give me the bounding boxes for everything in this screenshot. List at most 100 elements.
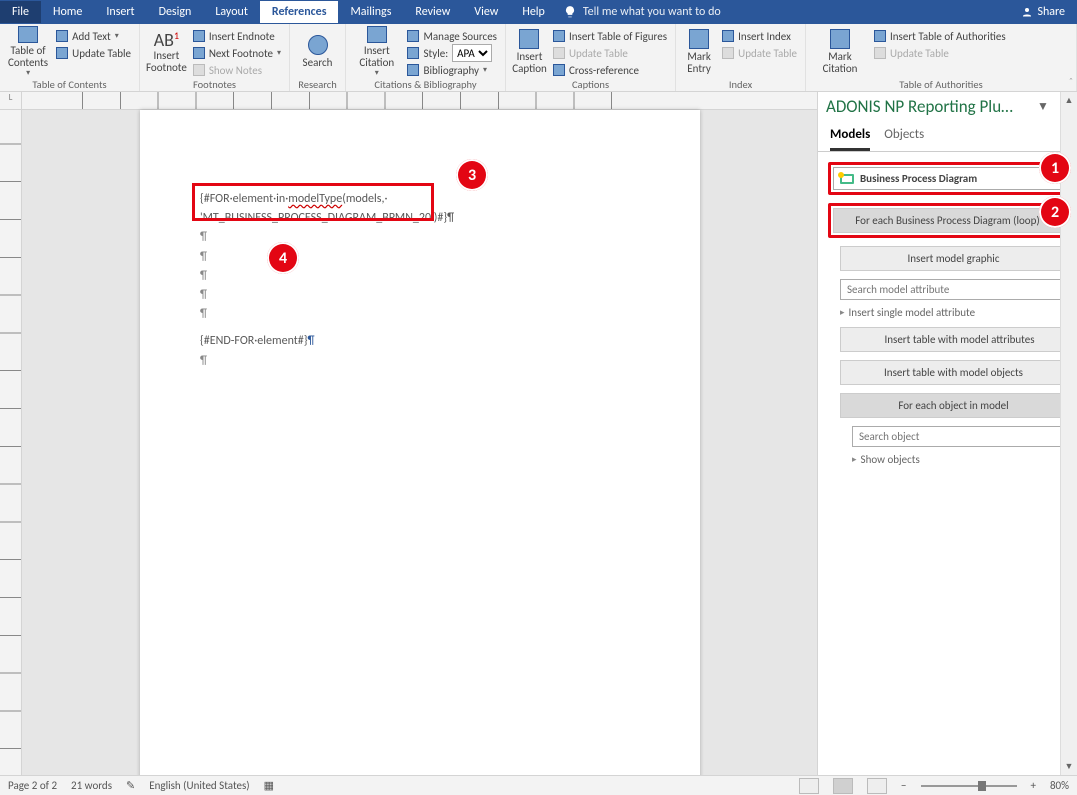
menu-tabs: File Home Insert Design Layout Reference… [0, 1, 557, 23]
word-count[interactable]: 21 words [71, 779, 112, 792]
group-label-toc: Table of Contents [6, 78, 133, 93]
tab-view[interactable]: View [462, 1, 510, 23]
workspace: L {#FOR·element·in·modelType(models,· 'M… [0, 92, 1077, 775]
insert-toa-button[interactable]: Insert Table of Authorities [872, 28, 1008, 44]
zoom-slider[interactable] [921, 785, 1017, 787]
insert-model-graphic-button[interactable]: Insert model graphic [840, 246, 1067, 271]
tab-design[interactable]: Design [147, 1, 204, 23]
paragraph-mark: ¶ [200, 267, 630, 286]
horizontal-ruler[interactable] [22, 92, 817, 110]
search-object-input[interactable] [852, 426, 1067, 447]
paragraph-mark: ¶ [200, 352, 630, 371]
callout-1: 1 [1039, 152, 1071, 184]
mark-citation-button[interactable]: Mark Citation [812, 26, 868, 78]
paragraph-mark: ¶ [200, 248, 630, 267]
insert-footnote-button[interactable]: AB1Insert Footnote [146, 26, 187, 78]
share-button[interactable]: Share [1009, 5, 1077, 19]
pane-header: ADONIS NP Reporting Plu… ▼ ✕ [818, 92, 1077, 121]
group-captions: Insert Caption Insert Table of Figures U… [506, 24, 676, 91]
group-label-index: Index [682, 78, 799, 93]
scroll-up-icon[interactable]: ▲ [1061, 92, 1077, 109]
search-button[interactable]: Search [296, 26, 339, 78]
callout-3: 3 [456, 159, 488, 191]
cross-reference-button[interactable]: Cross-reference [551, 62, 669, 78]
update-index-button: Update Table [720, 45, 799, 61]
page[interactable]: {#FOR·element·in·modelType(models,· 'MT_… [140, 110, 700, 775]
tab-references[interactable]: References [260, 1, 339, 23]
annotation-box-3 [192, 183, 434, 221]
scroll-down-icon[interactable]: ▼ [1061, 758, 1077, 775]
for-each-object-button[interactable]: For each object in model [840, 393, 1067, 418]
model-type-label: Business Process Diagram [860, 172, 977, 185]
mark-entry-button[interactable]: Mark Entry [682, 26, 716, 78]
zoom-value[interactable]: 80% [1050, 779, 1069, 792]
tab-review[interactable]: Review [403, 1, 462, 23]
vertical-ruler[interactable] [0, 110, 22, 775]
pane-menu-icon[interactable]: ▼ [1037, 99, 1049, 114]
group-label-research: Research [296, 78, 339, 93]
update-toc-button[interactable]: Update Table [54, 45, 133, 61]
group-label-captions: Captions [512, 78, 669, 93]
style-select[interactable]: Style: APA [405, 45, 499, 61]
insert-citation-button[interactable]: Insert Citation [352, 26, 401, 78]
insert-tof-button[interactable]: Insert Table of Figures [551, 28, 669, 44]
callout-4: 4 [267, 242, 299, 274]
paragraph-mark: ¶ [200, 228, 630, 247]
style-dropdown[interactable]: APA [452, 44, 492, 62]
language-indicator[interactable]: English (United States) [149, 779, 249, 792]
document-area[interactable]: L {#FOR·element·in·modelType(models,· 'M… [0, 92, 817, 775]
for-each-diagram-button[interactable]: For each Business Process Diagram (loop) [833, 208, 1062, 233]
tab-home[interactable]: Home [41, 1, 94, 23]
insert-endnote-button[interactable]: Insert Endnote [191, 28, 283, 44]
share-label: Share [1037, 5, 1065, 19]
macro-icon[interactable]: ▦ [264, 779, 274, 792]
print-layout-button[interactable] [833, 778, 853, 794]
tell-me[interactable]: Tell me what you want to do [583, 5, 721, 19]
spellcheck-icon[interactable]: ✎ [126, 779, 135, 792]
group-label-footnotes: Footnotes [146, 78, 283, 93]
pane-scrollbar[interactable]: ▲ ▼ [1060, 92, 1077, 775]
read-mode-button[interactable] [799, 778, 819, 794]
zoom-out-button[interactable]: − [901, 779, 906, 792]
group-footnotes: AB1Insert Footnote Insert Endnote Next F… [140, 24, 290, 91]
tab-layout[interactable]: Layout [203, 1, 260, 23]
insert-table-attrs-button[interactable]: Insert table with model attributes [840, 327, 1067, 352]
tab-help[interactable]: Help [510, 1, 557, 23]
pane-tab-objects[interactable]: Objects [884, 127, 924, 151]
add-text-button[interactable]: Add Text [54, 28, 133, 44]
show-objects-disclose[interactable]: Show objects [852, 453, 1067, 466]
insert-table-objects-button[interactable]: Insert table with model objects [840, 360, 1067, 385]
next-footnote-button[interactable]: Next Footnote [191, 45, 283, 61]
insert-single-attr-disclose[interactable]: Insert single model attribute [840, 306, 1067, 319]
group-research: Search Research [290, 24, 346, 91]
cursor-mark: ¶ [308, 334, 315, 348]
paragraph-mark: ¶ [200, 286, 630, 305]
group-toa: Mark Citation Insert Table of Authoritie… [806, 24, 1077, 91]
pane-title: ADONIS NP Reporting Plu… [826, 96, 1037, 117]
page-indicator[interactable]: Page 2 of 2 [8, 779, 57, 792]
insert-caption-button[interactable]: Insert Caption [512, 26, 547, 78]
group-citations: Insert Citation Manage Sources Style: AP… [346, 24, 506, 91]
bibliography-button[interactable]: Bibliography [405, 62, 499, 78]
group-label-citations: Citations & Bibliography [352, 78, 499, 93]
insert-index-button[interactable]: Insert Index [720, 28, 799, 44]
tab-file[interactable]: File [0, 1, 41, 23]
group-toc: Table of Contents Add Text Update Table … [0, 24, 140, 91]
group-index: Mark Entry Insert Index Update Table Ind… [676, 24, 806, 91]
update-captions-button: Update Table [551, 45, 669, 61]
update-toa-button: Update Table [872, 45, 1008, 61]
pane-body: Business Process Diagram ▾ 1 For each Bu… [818, 152, 1077, 775]
web-layout-button[interactable] [867, 778, 887, 794]
task-pane: ADONIS NP Reporting Plu… ▼ ✕ Models Obje… [817, 92, 1077, 775]
collapse-ribbon-icon[interactable]: ˆ [1069, 75, 1073, 89]
pane-tab-models[interactable]: Models [830, 127, 870, 151]
tab-insert[interactable]: Insert [94, 1, 146, 23]
zoom-in-button[interactable]: + [1031, 779, 1036, 792]
model-type-dropdown[interactable]: Business Process Diagram ▾ [833, 167, 1062, 190]
manage-sources-button[interactable]: Manage Sources [405, 28, 499, 44]
toc-button[interactable]: Table of Contents [6, 26, 50, 78]
annotation-box-1: Business Process Diagram ▾ [828, 162, 1067, 195]
ruler-corner: L [0, 92, 22, 110]
tab-mailings[interactable]: Mailings [338, 1, 403, 23]
search-attribute-input[interactable] [840, 279, 1067, 300]
